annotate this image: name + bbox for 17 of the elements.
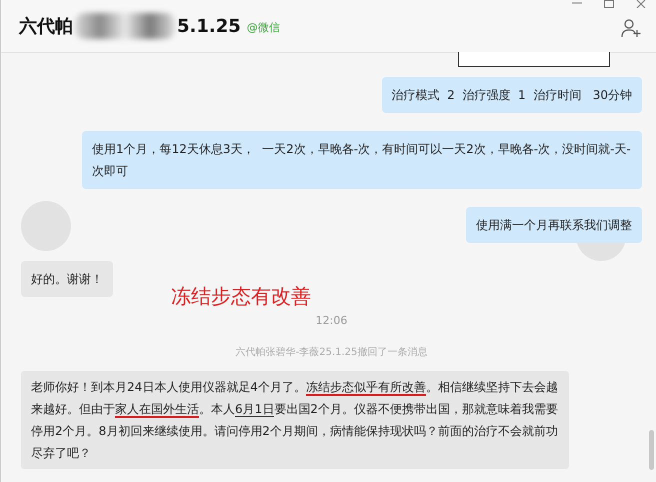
message-bubble: 使用1个月，每12天休息3天， 一天2次，早晚各-次，有时间可以一天2次，早晚各-次，没时间就-天-次即可 <box>82 131 642 189</box>
add-contact-icon[interactable] <box>620 17 642 39</box>
recall-notice: 六代帕张碧华-李薇25.1.25撤回了一条消息 <box>234 346 428 359</box>
message-time: 12:06 <box>314 314 348 327</box>
minimize-icon[interactable] <box>572 0 582 6</box>
chat-title: 5.1.25 <box>177 16 241 36</box>
message-bubble: 好的。谢谢！ <box>21 261 113 297</box>
scrollbar-icon[interactable] <box>649 430 654 470</box>
annotation-text: 冻结步态有改善 <box>171 283 312 310</box>
message-bubble: 治疗模式 2 治疗强度 1 治疗时间 30分钟 <box>382 77 642 113</box>
message-bubble: 老师你好！到本月24日本人使用仪器就足4个月了。冻结步态似乎有所改善。相信继续坚持下去会越来越好。但由于家人在国外生活。本人6月1日要出国2个月。仪器不便携带出国，那就意味着我需要停用2个月。8月初回来继续使用。请问停用2个月期间，病情能保持现状吗？前面的治疗不会就前功尽弃了吧？ <box>21 371 569 469</box>
blur-mask-icon <box>75 13 175 39</box>
source-label: @微信 <box>246 20 280 35</box>
chat-title: 六代帕 <box>19 15 73 38</box>
message-bubble: 使用满一个月再联系我们调整 <box>466 207 642 243</box>
close-icon[interactable] <box>636 0 646 8</box>
maximize-icon[interactable] <box>604 0 614 8</box>
